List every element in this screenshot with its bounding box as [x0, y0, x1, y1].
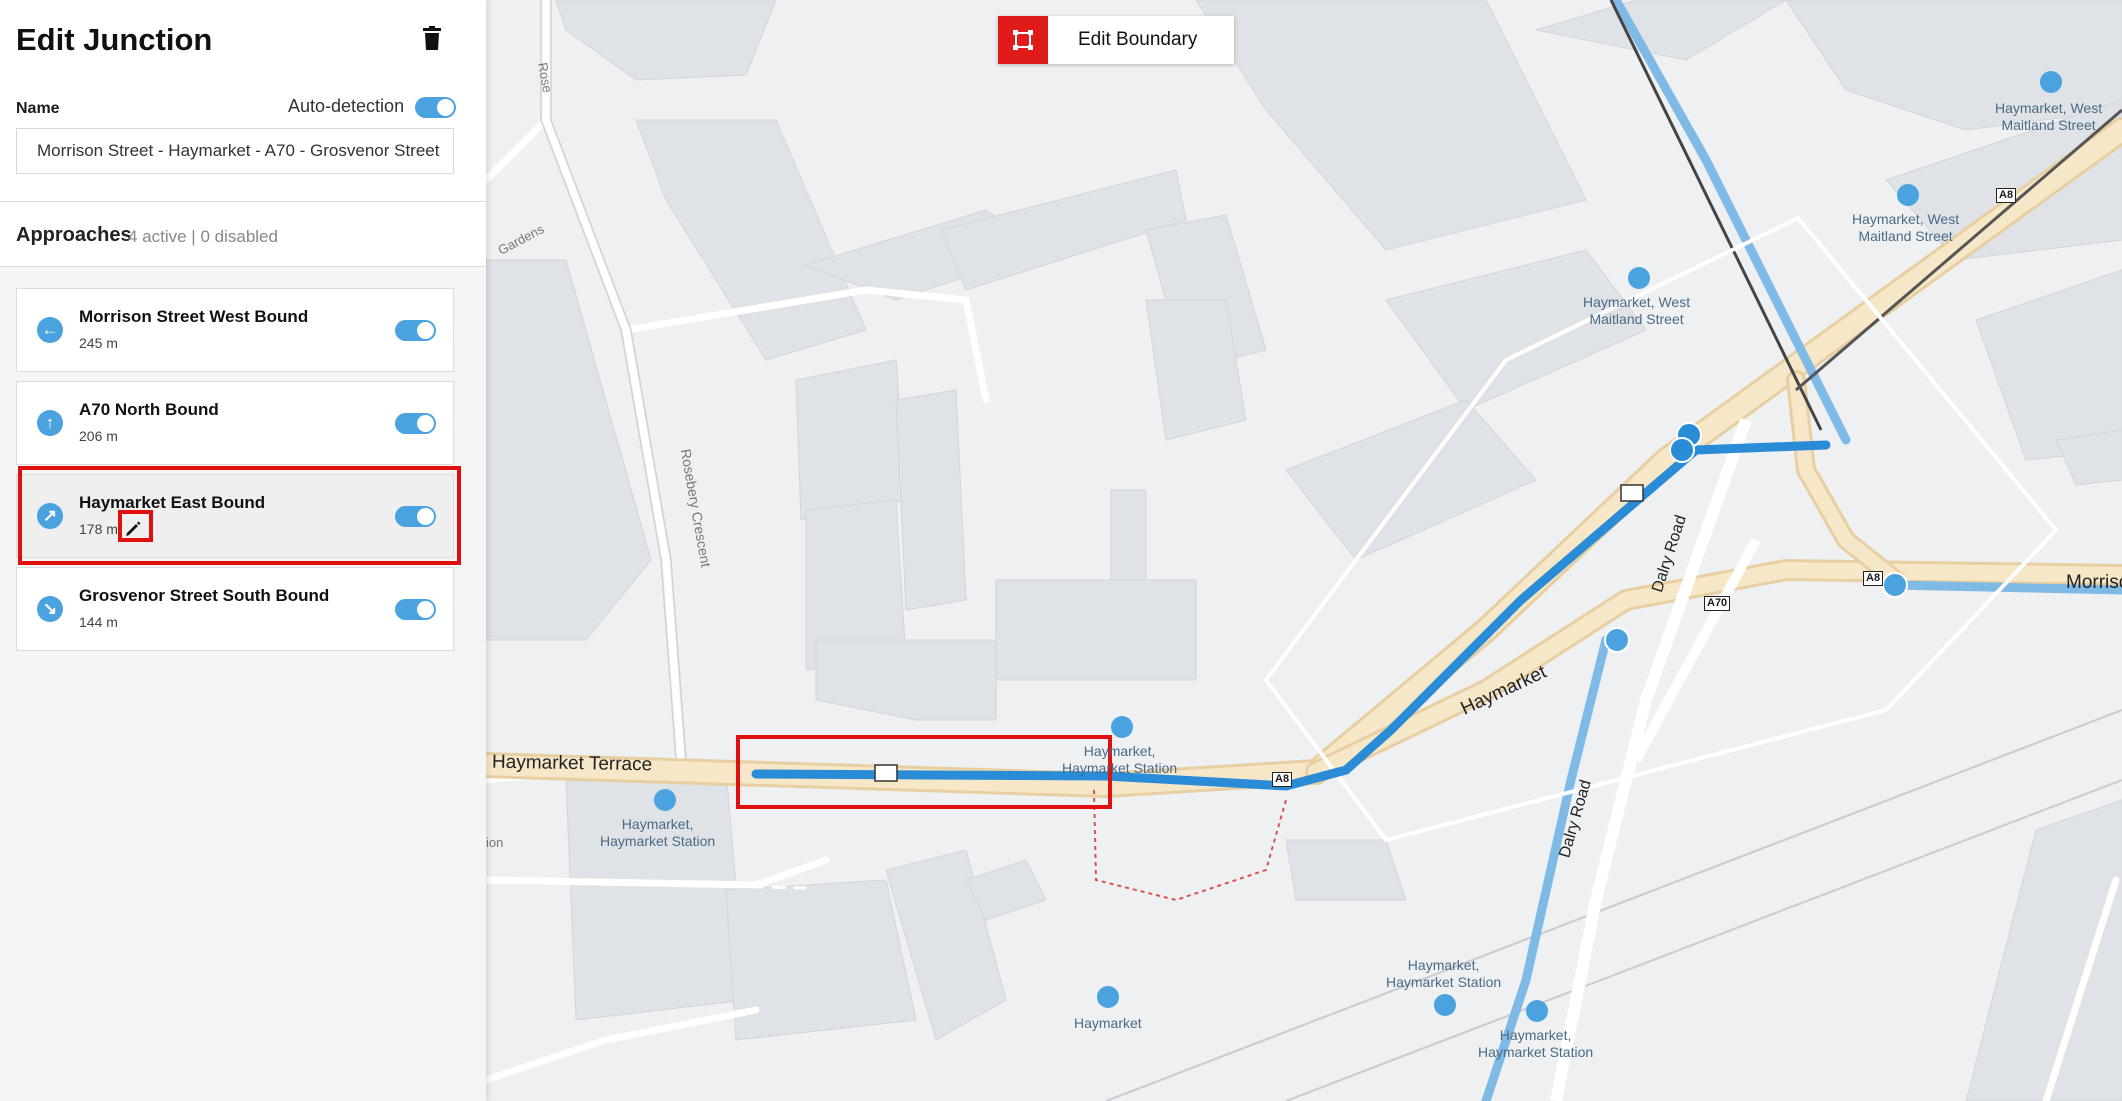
stop-label: Haymarket, West Maitland Street: [1995, 100, 2103, 133]
stop-label: Haymarket, Haymarket Station: [600, 816, 716, 849]
auto-detection-label: Auto-detection: [288, 96, 405, 116]
approach-toggle[interactable]: [395, 320, 436, 341]
stop-label: Haymarket, Haymarket Station: [1386, 957, 1502, 990]
approach-length: 206 m: [79, 428, 118, 444]
edit-boundary-button[interactable]: Edit Boundary: [998, 16, 1234, 64]
approach-length: 245 m: [79, 335, 118, 351]
approach-name: Morrison Street West Bound: [79, 307, 309, 326]
arrow-left-icon: ←: [37, 317, 63, 343]
road-label-haymarket-terrace: Haymarket Terrace: [491, 751, 653, 776]
edit-approach-button[interactable]: [121, 517, 145, 541]
stop-label: Haymarket, Haymarket Station: [1478, 1027, 1594, 1060]
delete-button[interactable]: [420, 26, 444, 54]
approach-name: Haymarket East Bound: [79, 493, 266, 512]
stop-label: Haymarket, West Maitland Street: [1583, 294, 1691, 327]
approaches-title: Approaches: [16, 224, 132, 246]
map-layer: [486, 0, 2122, 1101]
approach-name: Grosvenor Street South Bound: [79, 586, 330, 605]
approach-card-a70-north[interactable]: ↑ A70 North Bound 206 m: [16, 381, 454, 465]
approach-card-morrison-west[interactable]: ← Morrison Street West Bound 245 m: [16, 288, 454, 372]
junction-name-input[interactable]: Morrison Street - Haymarket - A70 - Gros…: [16, 128, 454, 174]
pencil-icon: [126, 521, 141, 536]
panel-header: Edit Junction Name Auto-detection Morris…: [0, 0, 486, 202]
approaches-header: Approaches 4 active | 0 disabled: [0, 202, 486, 267]
shield-a8-small: A8: [1272, 772, 1293, 787]
road-label-morrison: Morrison: [2066, 572, 2122, 593]
stop-label: Haymarket, West Maitland Street: [1852, 211, 1960, 244]
name-label: Name: [16, 100, 60, 117]
approach-toggle[interactable]: [395, 599, 436, 620]
approach-length: 178 m: [79, 521, 118, 537]
map-canvas[interactable]: Edit Boundary Haymarket Terrace Haymarke…: [486, 0, 2122, 1101]
approach-toggle[interactable]: [395, 413, 436, 434]
approach-name: A70 North Bound: [79, 400, 219, 419]
approach-card-haymarket-east[interactable]: ↗ Haymarket East Bound 178 m: [16, 474, 454, 558]
approach-card-grosvenor-south[interactable]: ↘ Grosvenor Street South Bound 144 m: [16, 567, 454, 651]
arrow-up-icon: ↑: [37, 410, 63, 436]
auto-detection-toggle[interactable]: [415, 97, 456, 118]
approaches-count: 4 active | 0 disabled: [128, 227, 278, 246]
stop-label: Haymarket, Haymarket Station: [1062, 743, 1178, 776]
arrow-down-right-icon: ↘: [37, 596, 63, 622]
boundary-icon: [998, 16, 1048, 64]
panel-title: Edit Junction: [16, 22, 213, 57]
road-label-ion: ion: [486, 835, 504, 850]
trash-icon: [423, 26, 441, 50]
shield-a70: A70: [1704, 596, 1731, 611]
edit-junction-panel: Edit Junction Name Auto-detection Morris…: [0, 0, 486, 1101]
shield-a8-top: A8: [1996, 188, 2017, 203]
approach-length: 144 m: [79, 614, 118, 630]
shield-a8-right: A8: [1863, 571, 1884, 586]
arrow-up-right-icon: ↗: [37, 503, 63, 529]
stop-label: Haymarket: [1074, 1015, 1142, 1031]
edit-boundary-label: Edit Boundary: [1078, 29, 1198, 50]
approach-toggle[interactable]: [395, 506, 436, 527]
